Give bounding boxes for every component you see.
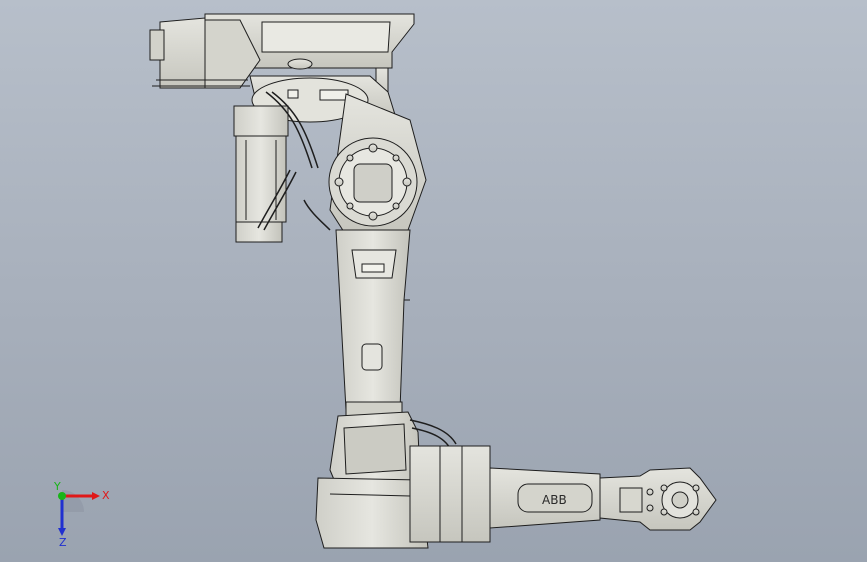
- axis-triad: X Y Z: [53, 480, 110, 549]
- y-axis-dot-icon: [58, 492, 66, 500]
- robot-upper-arm[interactable]: [335, 229, 411, 419]
- triad-plane-icon: [62, 490, 84, 512]
- robot-arm-model[interactable]: ABB: [0, 0, 867, 562]
- y-axis-label: Y: [53, 480, 61, 493]
- robot-wrist[interactable]: [599, 467, 717, 531]
- cad-viewport[interactable]: ABB X Y Z: [0, 0, 867, 562]
- x-axis-label: X: [102, 489, 110, 502]
- robot-forearm[interactable]: [409, 445, 601, 543]
- z-axis-arrowhead: [58, 528, 66, 536]
- z-axis-label: Z: [59, 536, 67, 549]
- arm-brand-text: ABB: [542, 493, 567, 507]
- x-axis-arrowhead: [92, 492, 100, 500]
